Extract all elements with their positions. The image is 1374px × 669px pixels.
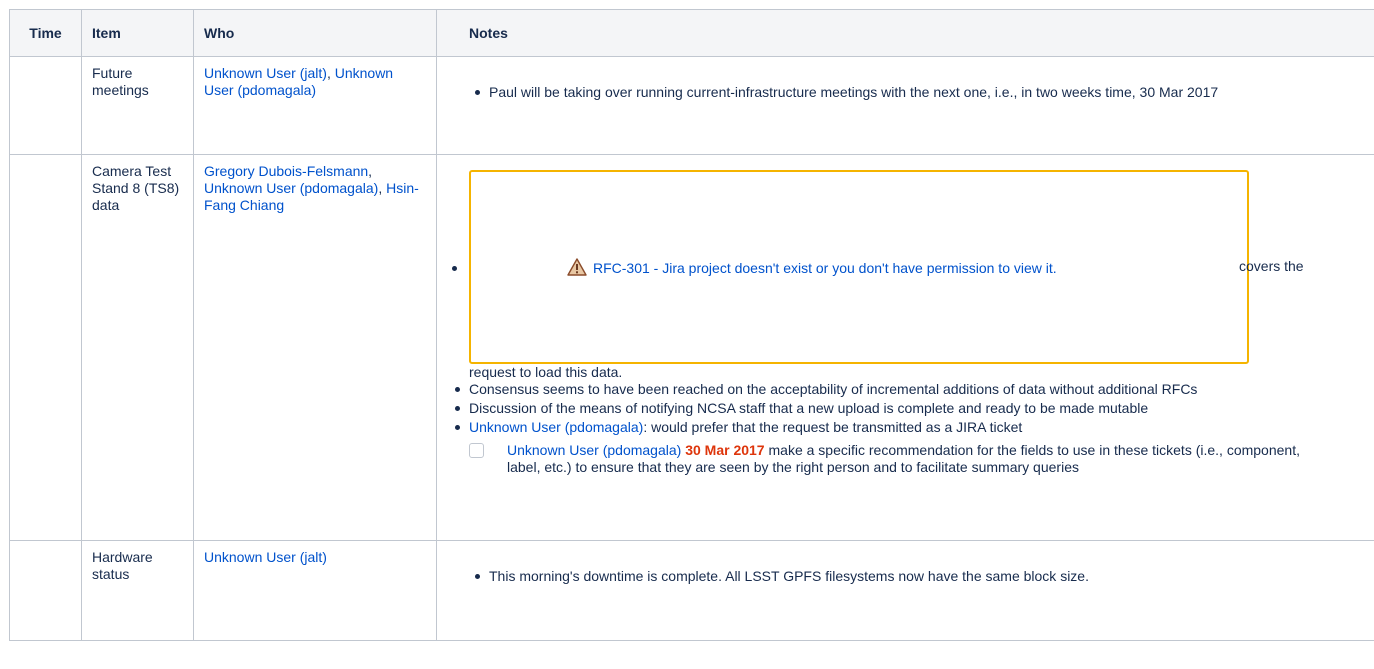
note-text: covers the	[1239, 258, 1304, 274]
cell-item: Future meetings	[81, 56, 194, 155]
task-checkbox[interactable]	[469, 443, 484, 458]
note-text: : would prefer that the request be trans…	[643, 419, 1023, 435]
header-notes: Notes	[436, 9, 1374, 57]
warning-triangle-icon	[567, 249, 587, 293]
separator: ,	[326, 65, 335, 81]
due-date: 30 Mar 2017	[685, 442, 765, 458]
list-item: Unknown User (pdomagala): would prefer t…	[455, 419, 1369, 436]
cell-notes: Paul will be taking over running current…	[436, 56, 1374, 155]
list-item: This morning's downtime is complete. All…	[475, 568, 1369, 585]
table-row: Hardware status Unknown User (jalt) This…	[9, 540, 1374, 641]
list-item: Paul will be taking over running current…	[475, 84, 1369, 101]
cell-item: Camera Test Stand 8 (TS8) data	[81, 154, 194, 541]
task-item: Unknown User (pdomagala) 30 Mar 2017 mak…	[447, 442, 1369, 476]
user-mention-link[interactable]: Unknown User (jalt)	[204, 549, 327, 565]
list-item: Discussion of the means of notifying NCS…	[455, 400, 1369, 417]
header-item: Item	[81, 9, 194, 57]
header-time: Time	[9, 9, 82, 57]
user-mention-link[interactable]: Unknown User (pdomagala)	[469, 419, 643, 435]
cell-item: Hardware status	[81, 540, 194, 641]
cell-time	[9, 540, 82, 641]
cell-who: Unknown User (jalt)	[193, 540, 437, 641]
jira-message: RFC-301 - Jira project doesn't exist or …	[567, 246, 1207, 293]
note-continuation: request to load this data.	[469, 364, 623, 380]
notes-list: Paul will be taking over running current…	[469, 84, 1369, 101]
table-header-row: Time Item Who Notes	[9, 9, 1374, 57]
user-mention-link[interactable]: Gregory Dubois-Felsmann	[204, 163, 368, 179]
cell-who: Gregory Dubois-Felsmann, Unknown User (p…	[193, 154, 437, 541]
task-body: Unknown User (pdomagala) 30 Mar 2017 mak…	[507, 442, 1337, 476]
cell-notes: RFC-301 - Jira project doesn't exist or …	[436, 154, 1374, 541]
user-mention-link[interactable]: Unknown User (pdomagala)	[507, 442, 681, 458]
separator: ,	[368, 163, 373, 179]
notes-list: This morning's downtime is complete. All…	[469, 568, 1369, 585]
table-row: Future meetings Unknown User (jalt), Unk…	[9, 56, 1374, 155]
user-mention-link[interactable]: Unknown User (pdomagala)	[204, 180, 378, 196]
header-who: Who	[193, 9, 437, 57]
notes-list: Consensus seems to have been reached on …	[447, 381, 1369, 436]
user-mention-link[interactable]: Unknown User (jalt)	[204, 65, 327, 81]
separator: ,	[378, 180, 387, 196]
cell-time	[9, 154, 82, 541]
list-item: Consensus seems to have been reached on …	[455, 381, 1369, 398]
meeting-table-container: Time Item Who Notes Future meetings Unkn…	[9, 9, 1374, 641]
bullet	[452, 266, 457, 271]
cell-notes: This morning's downtime is complete. All…	[436, 540, 1374, 641]
jira-issue-macro: RFC-301 - Jira project doesn't exist or …	[469, 170, 1249, 364]
jira-error-text: - Jira project doesn't exist or you don'…	[649, 260, 1057, 276]
jira-issue-link[interactable]: RFC-301	[593, 260, 650, 276]
jira-item: RFC-301 - Jira project doesn't exist or …	[447, 170, 1369, 364]
cell-who: Unknown User (jalt), Unknown User (pdoma…	[193, 56, 437, 155]
meeting-notes-table: Time Item Who Notes Future meetings Unkn…	[9, 9, 1374, 641]
cell-time	[9, 56, 82, 155]
table-row: Camera Test Stand 8 (TS8) data Gregory D…	[9, 154, 1374, 541]
